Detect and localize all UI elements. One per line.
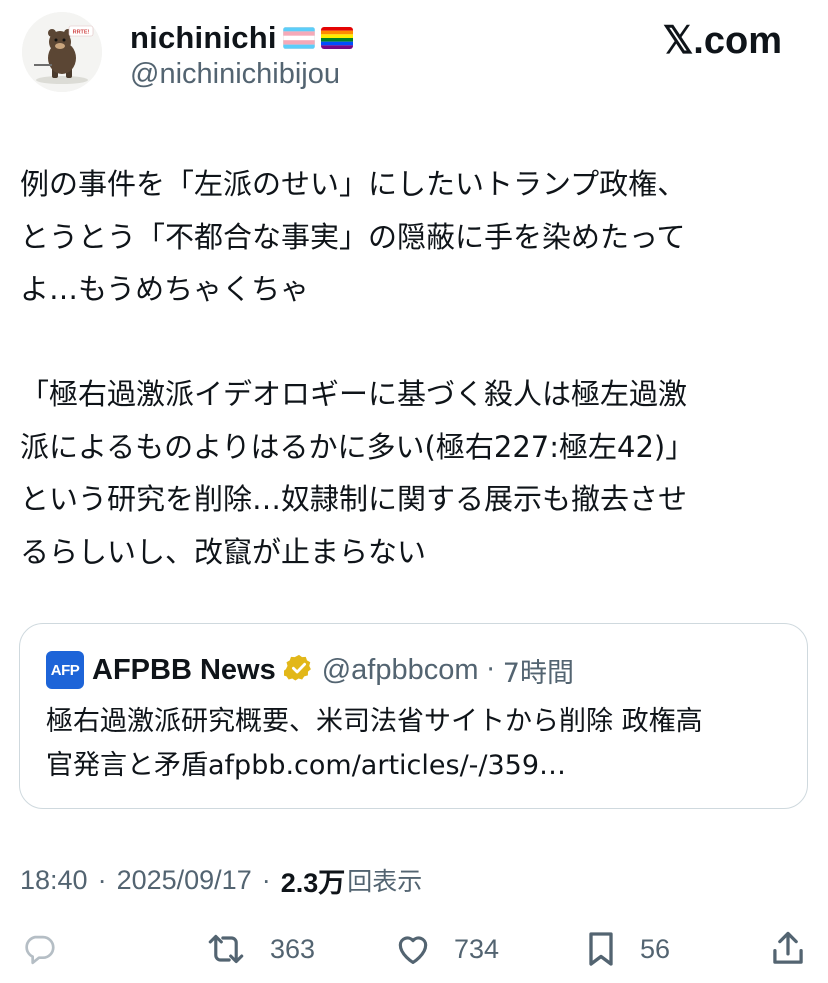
x-com-logo[interactable]: 𝕏.com (663, 18, 782, 63)
quoted-time[interactable]: 7時間 (503, 651, 574, 690)
quoted-avatar-label: AFP (50, 661, 80, 679)
avatar-sign-text: RRTE! (73, 30, 90, 36)
tweet-meta: 18:40 · 2025/09/17 · 2.3万 回表示 (20, 860, 422, 900)
views-count[interactable]: 2.3万 (281, 861, 346, 900)
views-label: 回表示 (347, 867, 423, 896)
meta-dot: · (97, 864, 107, 895)
share-icon (770, 929, 806, 969)
share-button[interactable] (770, 926, 806, 972)
tweet-time[interactable]: 18:40 (20, 865, 88, 896)
quoted-display-name[interactable]: AFPBB News (92, 654, 276, 687)
tweet-text: 例の事件を「左派のせい」にしたいトランプ政権、 とうとう「不都合な事実」の隠蔽に… (20, 167, 695, 569)
bookmark-count: 56 (640, 933, 671, 964)
tweet-date[interactable]: 2025/09/17 (117, 865, 252, 896)
meta-dot: · (261, 864, 271, 895)
display-name[interactable]: nichinichi (130, 20, 277, 56)
retweet-button[interactable]: 363 (204, 926, 315, 972)
heart-icon (394, 930, 432, 968)
rainbow-flag-icon (320, 27, 353, 49)
bookmark-icon (584, 929, 618, 969)
quoted-tweet-text: 極右過激派研究概要、米司法省サイトから削除 政権高 官発言と矛盾afpbb.co… (46, 706, 703, 781)
user-name-row[interactable]: nichinichi (130, 18, 353, 58)
user-handle[interactable]: @nichinichibijou (130, 58, 340, 91)
quoted-tweet-header: AFP AFPBB News @afpbbcom · 7時間 (46, 650, 574, 690)
like-button[interactable]: 734 (394, 926, 499, 972)
retweet-count: 363 (270, 933, 316, 964)
retweet-icon (204, 930, 248, 968)
verified-badge-icon (282, 653, 314, 687)
quoted-separator: · (486, 655, 495, 685)
reply-button[interactable] (20, 926, 58, 972)
transgender-flag-icon (282, 27, 315, 49)
avatar-image: RRTE! (22, 12, 102, 92)
quoted-handle[interactable]: @afpbbcom (322, 654, 479, 687)
quoted-tweet-card[interactable]: AFP AFPBB News @afpbbcom · 7時間 極右過激派研究概要… (19, 623, 808, 809)
avatar[interactable]: RRTE! (22, 12, 102, 92)
quoted-avatar[interactable]: AFP (46, 651, 84, 689)
like-count: 734 (454, 933, 500, 964)
bookmark-button[interactable]: 56 (584, 926, 670, 972)
reply-icon (20, 930, 58, 968)
x-brand-text: 𝕏.com (662, 20, 782, 62)
